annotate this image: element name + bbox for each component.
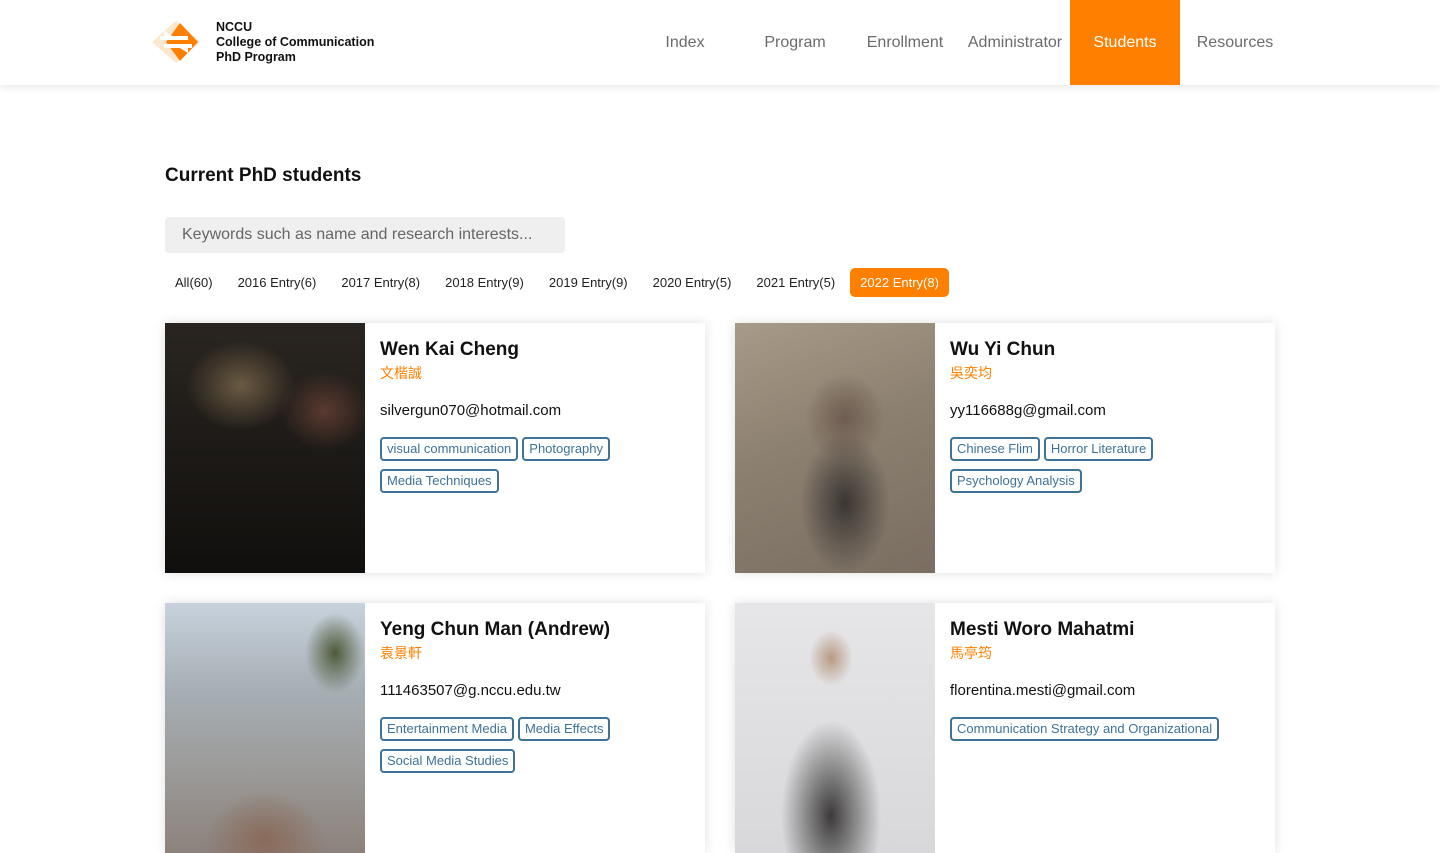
research-tags: visual communication Photography Media T… xyxy=(380,437,690,493)
research-tag[interactable]: Media Techniques xyxy=(380,469,499,493)
nccu-logo-icon xyxy=(152,21,200,63)
research-tags: Entertainment Media Media Effects Social… xyxy=(380,717,690,773)
student-info: Wu Yi Chun 吳奕均 yy116688g@gmail.com Chine… xyxy=(950,337,1260,493)
student-info: Mesti Woro Mahatmi 馬亭筠 florentina.mesti@… xyxy=(950,617,1260,741)
research-tag[interactable]: Psychology Analysis xyxy=(950,469,1082,493)
research-tags: Communication Strategy and Organizationa… xyxy=(950,717,1260,741)
nav-item-index[interactable]: Index xyxy=(630,0,740,85)
site-logo[interactable]: NCCU College of Communication PhD Progra… xyxy=(150,19,374,65)
student-card[interactable]: Yeng Chun Man (Andrew) 袁景軒 111463507@g.n… xyxy=(165,603,705,853)
student-email: yy116688g@gmail.com xyxy=(950,402,1106,419)
student-card[interactable]: Wen Kai Cheng 文楷誠 silvergun070@hotmail.c… xyxy=(165,323,705,573)
student-email: florentina.mesti@gmail.com xyxy=(950,682,1136,699)
student-email: silvergun070@hotmail.com xyxy=(380,402,562,419)
research-tags: Chinese Flim Horror Literature Psycholog… xyxy=(950,437,1260,493)
research-tag[interactable]: Horror Literature xyxy=(1043,437,1154,461)
research-tag[interactable]: Communication Strategy and Organizationa… xyxy=(950,717,1220,741)
filter-2017[interactable]: 2017 Entry(8) xyxy=(331,268,430,297)
student-chinese-name: 馬亭筠 xyxy=(950,645,992,661)
student-card[interactable]: Mesti Woro Mahatmi 馬亭筠 florentina.mesti@… xyxy=(735,603,1275,853)
logo-line-program: PhD Program xyxy=(216,49,296,64)
student-name[interactable]: Wu Yi Chun xyxy=(950,337,1260,362)
student-email: 111463507@g.nccu.edu.tw xyxy=(380,682,561,699)
main-nav: Index Program Enrollment Administrator S… xyxy=(630,0,1290,85)
student-card[interactable]: Wu Yi Chun 吳奕均 yy116688g@gmail.com Chine… xyxy=(735,323,1275,573)
logo-line-college: College of Communication xyxy=(216,34,375,49)
research-tag[interactable]: Media Effects xyxy=(517,717,611,741)
nav-item-resources[interactable]: Resources xyxy=(1180,0,1290,85)
nav-item-program[interactable]: Program xyxy=(740,0,850,85)
student-info: Wen Kai Cheng 文楷誠 silvergun070@hotmail.c… xyxy=(380,337,690,493)
student-info: Yeng Chun Man (Andrew) 袁景軒 111463507@g.n… xyxy=(380,617,690,773)
filter-2021[interactable]: 2021 Entry(5) xyxy=(746,268,845,297)
logo-text: NCCU College of Communication PhD Progra… xyxy=(216,20,374,65)
nav-item-students[interactable]: Students xyxy=(1070,0,1180,85)
research-tag[interactable]: Entertainment Media xyxy=(380,717,514,741)
student-photo xyxy=(165,323,365,573)
research-tag[interactable]: Social Media Studies xyxy=(380,749,516,773)
entry-year-filters: All(60) 2016 Entry(6) 2017 Entry(8) 2018… xyxy=(165,268,949,297)
filter-2018[interactable]: 2018 Entry(9) xyxy=(435,268,534,297)
student-chinese-name: 吳奕均 xyxy=(950,365,992,381)
research-tag[interactable]: Chinese Flim xyxy=(950,437,1040,461)
student-photo xyxy=(735,603,935,853)
student-name[interactable]: Mesti Woro Mahatmi xyxy=(950,617,1260,642)
student-name[interactable]: Yeng Chun Man (Andrew) xyxy=(380,617,690,642)
filter-2022[interactable]: 2022 Entry(8) xyxy=(850,268,949,297)
student-photo xyxy=(165,603,365,853)
research-tag[interactable]: visual communication xyxy=(380,437,519,461)
search-input[interactable] xyxy=(165,217,565,253)
nav-item-administrator[interactable]: Administrator xyxy=(960,0,1070,85)
top-navigation-bar: NCCU College of Communication PhD Progra… xyxy=(0,0,1440,85)
research-tag[interactable]: Photography xyxy=(522,437,611,461)
page-title: Current PhD students xyxy=(165,165,362,186)
filter-2016[interactable]: 2016 Entry(6) xyxy=(228,268,327,297)
student-photo xyxy=(735,323,935,573)
student-chinese-name: 袁景軒 xyxy=(380,645,422,661)
student-chinese-name: 文楷誠 xyxy=(380,365,422,381)
student-name[interactable]: Wen Kai Cheng xyxy=(380,337,690,362)
filter-2020[interactable]: 2020 Entry(5) xyxy=(643,268,742,297)
nav-item-enrollment[interactable]: Enrollment xyxy=(850,0,960,85)
filter-all[interactable]: All(60) xyxy=(165,268,223,297)
logo-line-university: NCCU xyxy=(216,19,253,34)
filter-2019[interactable]: 2019 Entry(9) xyxy=(539,268,638,297)
